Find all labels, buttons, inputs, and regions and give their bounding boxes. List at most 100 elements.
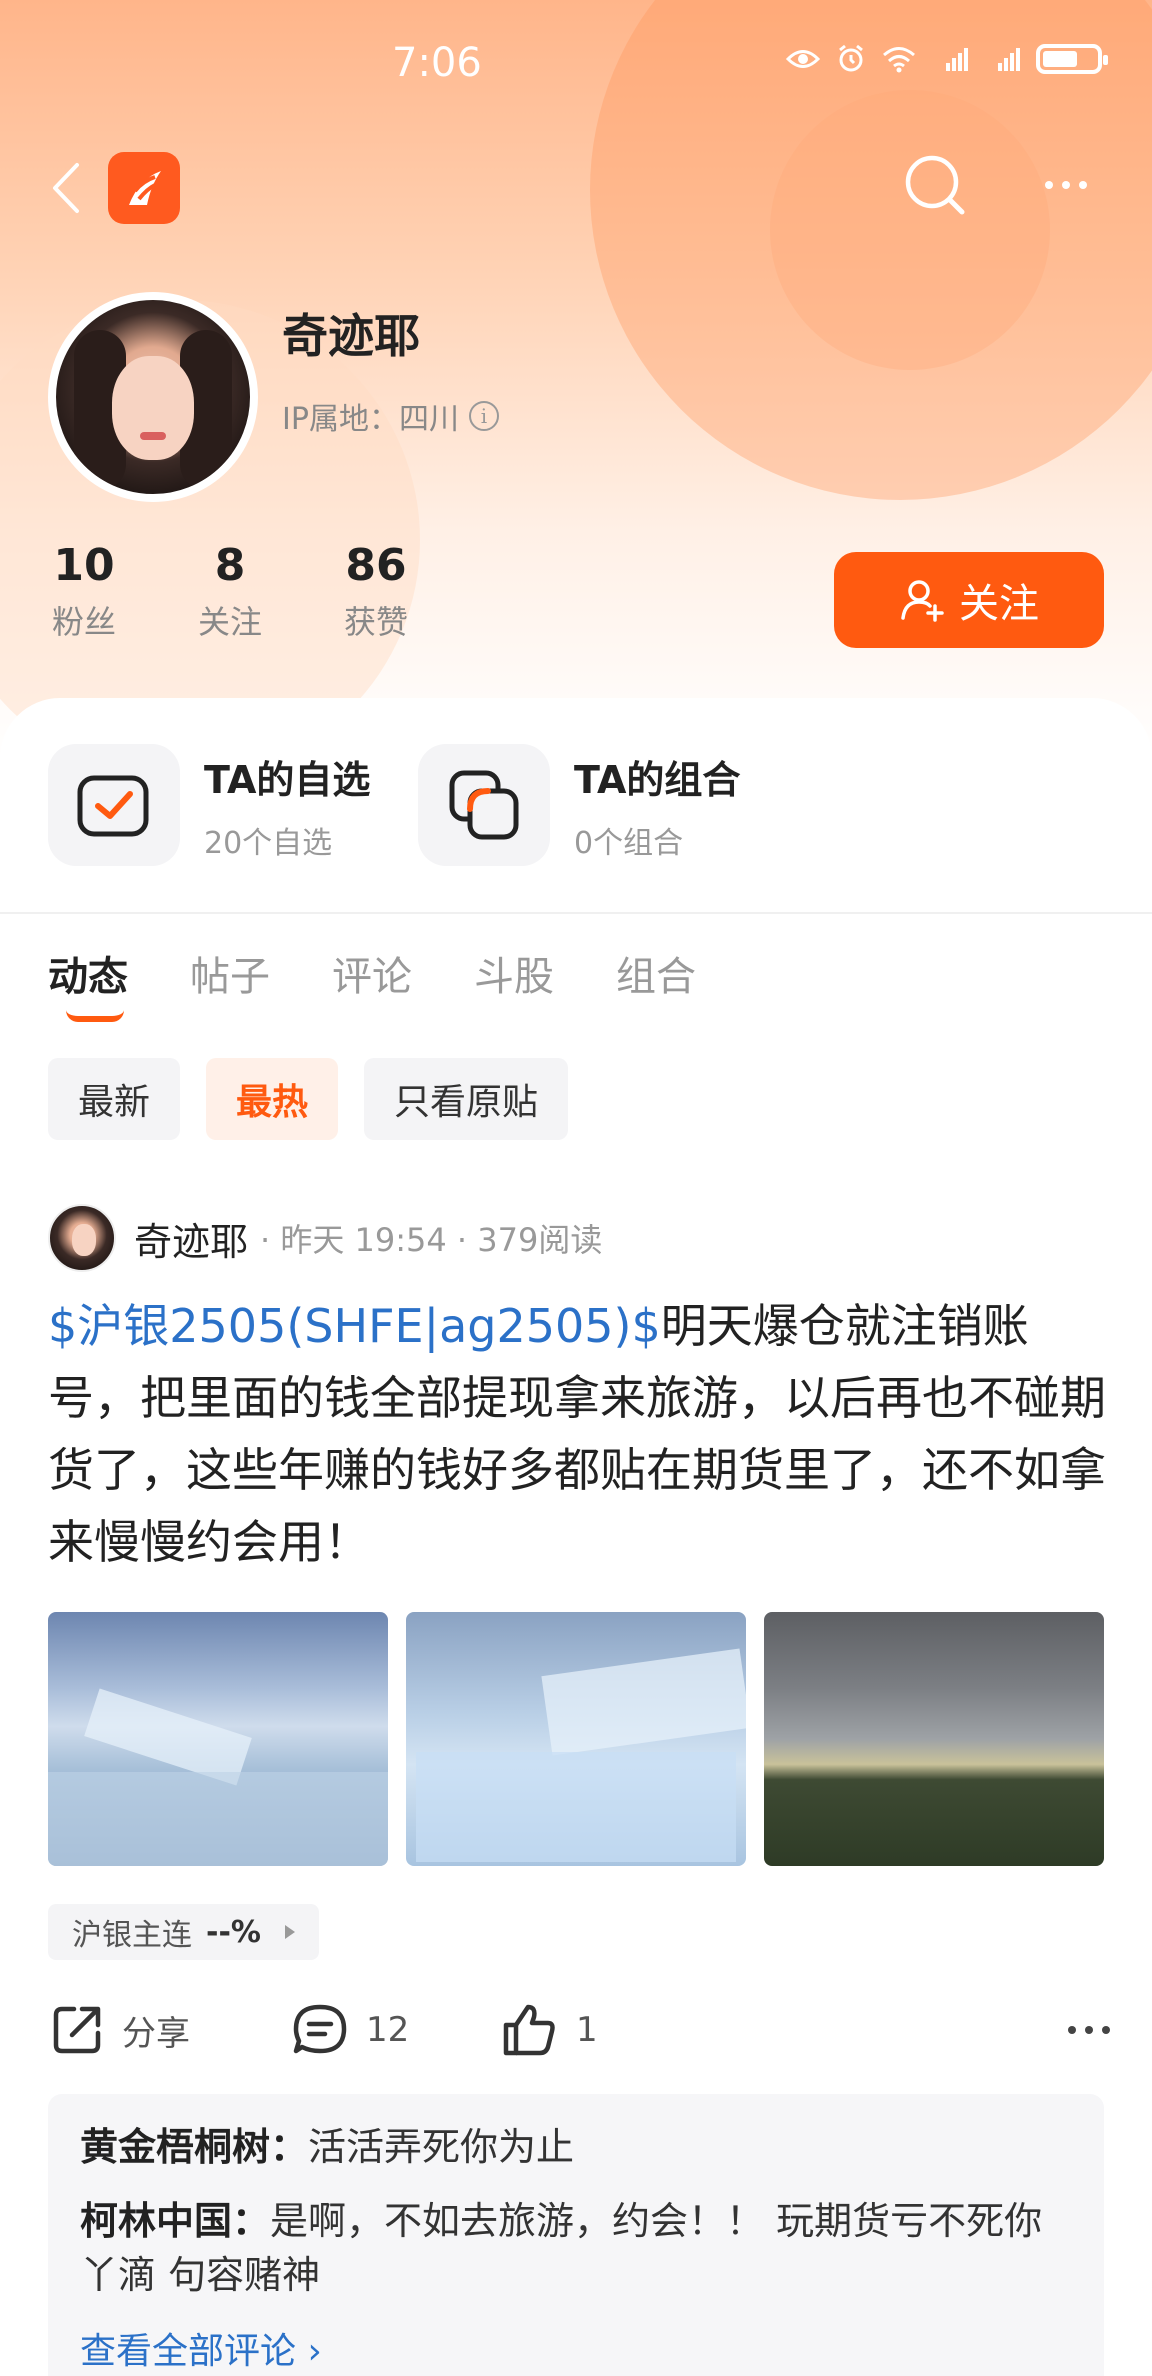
signal-5g-icon bbox=[998, 48, 1020, 71]
thumbs-up-icon bbox=[503, 2004, 555, 2056]
comment-user[interactable]: 柯林中国： bbox=[80, 2199, 270, 2243]
dot-icon bbox=[1085, 2026, 1093, 2034]
tab-activity[interactable]: 动态 bbox=[48, 944, 128, 1022]
alarm-icon bbox=[839, 44, 863, 72]
stock-quote-tag[interactable]: 沪银主连 --% bbox=[48, 1904, 319, 1960]
post-author-name[interactable]: 奇迹耶 bbox=[134, 1211, 248, 1266]
comment-item[interactable]: 黄金梧桐树：活活弄死你为止 bbox=[80, 2120, 1072, 2174]
active-tab-indicator bbox=[66, 1010, 124, 1022]
post-photo[interactable] bbox=[48, 1612, 388, 1866]
post-body[interactable]: $沪银2505(SHFE|ag2505)$明天爆仓就注销账号，把里面的钱全部提现… bbox=[48, 1290, 1108, 1578]
watchlist-title: TA的自选 bbox=[204, 757, 371, 802]
post-photo[interactable] bbox=[406, 1612, 746, 1866]
avatar-lips bbox=[140, 432, 166, 440]
like-button[interactable]: 1 bbox=[502, 1992, 598, 2068]
portfolio-text: TA的组合 0个组合 bbox=[574, 749, 740, 862]
search-button[interactable] bbox=[900, 150, 970, 220]
post-actions: 分享 12 1 bbox=[50, 1992, 1110, 2068]
info-icon[interactable]: i bbox=[468, 401, 499, 431]
comment-item[interactable]: 柯林中国：是啊，不如去旅游，约会！！ 玩期货亏不死你丫滴 句容赌神 bbox=[80, 2194, 1072, 2302]
avatar-face bbox=[112, 356, 194, 460]
ice-shape bbox=[541, 1648, 746, 1756]
battery-icon bbox=[1036, 44, 1108, 74]
dot-icon bbox=[1045, 181, 1053, 189]
wifi-icon bbox=[883, 47, 915, 73]
filter-hottest[interactable]: 最热 bbox=[206, 1058, 339, 1140]
search-icon bbox=[905, 155, 965, 215]
tab-comments[interactable]: 评论 bbox=[332, 944, 412, 1002]
comment-user[interactable]: 黄金梧桐树： bbox=[80, 2125, 308, 2169]
ip-location-text: IP属地：四川 bbox=[282, 402, 459, 437]
share-button[interactable]: 分享 bbox=[50, 1992, 190, 2068]
profile-avatar[interactable] bbox=[48, 292, 258, 502]
dot-icon bbox=[1102, 2026, 1110, 2034]
checkbox-icon bbox=[77, 775, 149, 837]
filter-original-only[interactable]: 只看原贴 bbox=[364, 1058, 569, 1140]
eye-icon bbox=[786, 50, 820, 68]
stat-followers[interactable]: 10 粉丝 bbox=[44, 540, 190, 643]
stat-value: 8 bbox=[214, 540, 246, 591]
ice-shape bbox=[416, 1752, 736, 1862]
logo-mark-icon bbox=[129, 171, 161, 205]
chevron-left-icon bbox=[53, 163, 79, 213]
status-bar: 7:06 bbox=[0, 0, 1152, 130]
watchlist-icon-box bbox=[48, 744, 180, 866]
post-meta: · 昨天 19:54 · 379阅读 bbox=[260, 1221, 603, 1259]
status-icons bbox=[786, 44, 1108, 74]
stat-label: 粉丝 bbox=[51, 603, 116, 641]
comment-icon bbox=[293, 2004, 347, 2054]
comment-preview: 黄金梧桐树：活活弄死你为止 柯林中国：是啊，不如去旅游，约会！！ 玩期货亏不死你… bbox=[48, 2094, 1104, 2376]
status-time: 7:06 bbox=[392, 40, 482, 86]
portfolio-icon-box bbox=[418, 744, 550, 866]
tab-posts[interactable]: 帖子 bbox=[190, 944, 270, 1002]
stat-likes[interactable]: 86 获赞 bbox=[336, 540, 482, 643]
more-options-button[interactable] bbox=[1036, 160, 1096, 210]
watchlist-subtitle: 20个自选 bbox=[204, 825, 333, 861]
profile-tabs: 动态 帖子 评论 斗股 组合 bbox=[48, 944, 696, 1022]
signal-4g-icon bbox=[946, 48, 968, 71]
portfolio-subtitle: 0个组合 bbox=[574, 825, 684, 861]
watchlist-link[interactable]: TA的自选 20个自选 bbox=[48, 744, 370, 866]
follow-button[interactable]: 关注 bbox=[834, 552, 1104, 648]
app-logo-icon[interactable] bbox=[108, 152, 180, 224]
filter-latest[interactable]: 最新 bbox=[48, 1058, 181, 1140]
share-label: 分享 bbox=[122, 2013, 190, 2054]
post-photos bbox=[48, 1612, 1104, 1866]
ice-shape bbox=[84, 1688, 252, 1786]
portfolio-icon bbox=[449, 770, 519, 840]
comment-button[interactable]: 12 bbox=[292, 1992, 409, 2068]
quote-value: --% bbox=[206, 1914, 261, 1950]
follow-button-label: 关注 bbox=[959, 581, 1039, 627]
dot-icon bbox=[1068, 2026, 1076, 2034]
avatar-face bbox=[72, 1224, 96, 1256]
post-header: 奇迹耶 · 昨天 19:54 · 379阅读 bbox=[48, 1204, 602, 1272]
comment-text: 活活弄死你为止 bbox=[308, 2125, 575, 2169]
tab-label: 动态 bbox=[48, 954, 128, 1000]
post-photo[interactable] bbox=[764, 1612, 1104, 1866]
stock-link[interactable]: $沪银2505(SHFE|ag2505)$ bbox=[48, 1299, 661, 1353]
dot-icon bbox=[1079, 181, 1087, 189]
portfolio-title: TA的组合 bbox=[574, 757, 741, 802]
share-icon bbox=[53, 2006, 101, 2054]
view-all-comments-link[interactable]: 查看全部评论 › bbox=[80, 2322, 1072, 2374]
tab-portfolio[interactable]: 组合 bbox=[616, 944, 696, 1002]
like-count: 1 bbox=[576, 2010, 598, 2050]
back-button[interactable] bbox=[46, 160, 86, 216]
comment-count: 12 bbox=[366, 2010, 410, 2050]
tab-stock-battle[interactable]: 斗股 bbox=[474, 944, 554, 1002]
stat-value: 86 bbox=[345, 540, 407, 591]
divider bbox=[0, 912, 1152, 914]
stat-label: 关注 bbox=[197, 603, 262, 641]
quote-name: 沪银主连 bbox=[72, 1918, 192, 1953]
ip-location: IP属地：四川 i bbox=[282, 394, 499, 438]
play-arrow-icon bbox=[284, 1925, 295, 1939]
stat-label: 获赞 bbox=[343, 603, 408, 641]
portfolio-link[interactable]: TA的组合 0个组合 bbox=[418, 744, 740, 866]
post-more-button[interactable] bbox=[1068, 1992, 1110, 2068]
dot-icon bbox=[1062, 181, 1070, 189]
profile-name: 奇迹耶 bbox=[282, 309, 420, 363]
post-author-avatar[interactable] bbox=[48, 1204, 116, 1272]
profile-stats: 10 粉丝 8 关注 86 获赞 bbox=[44, 540, 482, 643]
add-user-icon bbox=[901, 580, 944, 622]
stat-following[interactable]: 8 关注 bbox=[190, 540, 336, 643]
